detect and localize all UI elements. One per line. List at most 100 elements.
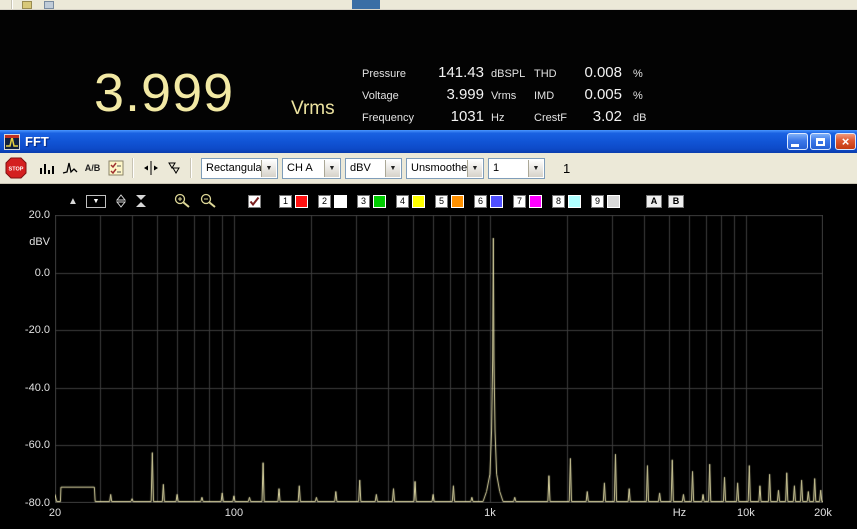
trace-pair-9: 9 [591,194,620,208]
x-tick-Hz: Hz [672,507,687,519]
trace-select-1[interactable]: 1 [279,194,292,208]
ab-compare-button[interactable]: A/B [81,157,104,180]
trace-color-1[interactable] [295,194,308,208]
crest-factor-unit: dB [633,112,647,124]
channel-select[interactable]: CH A ▼ [282,157,341,179]
averaging-value: 1 [493,162,500,174]
measurement-table: Pressure 141.43 dBSPL THD 0.008 % Voltag… [362,64,646,130]
zoom-out-icon [200,193,216,208]
x-tick-1k: 1k [484,507,496,519]
x-tick-100: 100 [224,507,244,519]
trace-color-2[interactable] [334,194,347,208]
units-value: dBV [350,162,371,174]
toolbar-separator [190,158,192,178]
smoothing-value: Unsmoothed [411,162,474,174]
trace-color-7[interactable] [529,194,542,208]
overlay-list-icon [108,160,123,176]
pressure-label: Pressure [362,68,407,80]
main-voltage-value: 3.999 [94,63,235,123]
ab-icon: A/B [84,163,101,173]
svg-text:STOP: STOP [9,167,24,173]
y-tick--20.0: -20.0 [24,324,50,337]
y-tick--60.0: -60.0 [24,439,50,452]
thd-value: 0.008 [584,64,622,81]
thd-label: THD [534,68,557,80]
chevron-down-icon: ▼ [528,159,543,177]
fft-toolbar: STOP A/B Rectangular ▼ CH A ▼ dBV ▼ Unsm… [0,153,857,184]
crest-factor-value: 3.02 [592,108,622,125]
scale-up-button[interactable]: ▲ [66,196,80,207]
overlay-a-button[interactable]: A [646,194,662,208]
chevron-down-icon: ▼ [261,159,276,177]
toolbar-separator [132,158,134,178]
expand-scale-button[interactable] [114,194,128,208]
trace-pair-7: 7 [513,194,542,208]
trace-color-6[interactable] [490,194,503,208]
bar-graph-view-button[interactable] [35,157,58,180]
maximize-button[interactable] [810,133,831,150]
fft-canvas[interactable] [55,215,823,503]
cursor-button[interactable] [139,157,162,180]
imd-label: IMD [534,90,555,102]
maximize-icon [816,137,825,146]
trace-color-9[interactable] [607,194,620,208]
trace-visible-checkbox[interactable] [248,194,261,208]
imd-unit: % [633,90,643,102]
screen: 3.999 Vrms Pressure 141.43 dBSPL THD 0.0… [0,0,857,529]
channel-value: CH A [287,162,313,174]
bar-graph-icon [39,164,54,174]
voltage-unit: Vrms [491,90,517,102]
window-function-select[interactable]: Rectangular ▼ [201,157,278,179]
trace-select-8[interactable]: 8 [552,194,565,208]
trace-select-5[interactable]: 5 [435,194,448,208]
background-window-toolbar [0,0,857,9]
trace-button-row: 1 2 3 4 5 6 7 8 9 [279,194,630,208]
spectrum-curve-view-button[interactable] [58,157,81,180]
trace-select-6[interactable]: 6 [474,194,487,208]
pressure-unit: dBSPL [491,68,526,80]
trace-pair-2: 2 [318,194,347,208]
fft-window-titlebar[interactable]: FFT × [0,130,857,153]
trace-select-7[interactable]: 7 [513,194,526,208]
stop-button[interactable]: STOP [4,156,28,180]
window-buttons: × [785,133,856,150]
measurement-row-frequency: Frequency 1031 Hz CrestF 3.02 dB [362,108,646,130]
background-window-fragment [352,0,380,9]
units-select[interactable]: dBV ▼ [345,157,402,179]
zoom-out-button[interactable] [200,193,218,209]
marker-button[interactable] [162,157,185,180]
close-button[interactable]: × [835,133,856,150]
compress-scale-button[interactable] [134,194,148,208]
frequency-unit: Hz [491,112,505,124]
spectrum-curve-icon [62,162,77,174]
averaging-select[interactable]: 1 ▼ [488,157,545,179]
trace-pair-8: 8 [552,194,581,208]
voltage-label: Voltage [362,90,399,102]
trace-pair-1: 1 [279,194,308,208]
fft-window-icon [4,133,20,150]
trace-color-4[interactable] [412,194,425,208]
trace-pair-3: 3 [357,194,386,208]
thd-unit: % [633,68,643,80]
expand-vertical-icon [115,194,127,208]
y-tick--40.0: -40.0 [24,381,50,394]
zoom-in-button[interactable] [174,193,192,209]
trace-color-8[interactable] [568,194,581,208]
trace-color-5[interactable] [451,194,464,208]
trace-select-dropdown[interactable]: ▼ [86,194,106,208]
x-tick-20: 20 [48,507,62,519]
trace-select-9[interactable]: 9 [591,194,604,208]
trace-select-3[interactable]: 3 [357,194,370,208]
trace-select-4[interactable]: 4 [396,194,409,208]
overlay-b-button[interactable]: B [668,194,684,208]
fft-plot-panel: ▲ ▼ 1 2 3 4 5 6 7 8 9 A B 20.0 dBV 0.0 -20.0 -40.0 -6… [0,184,857,529]
pressure-value: 141.43 [438,64,484,81]
crest-factor-label: CrestF [534,112,567,124]
marker-icon [167,162,180,174]
smoothing-select[interactable]: Unsmoothed ▼ [406,157,484,179]
trace-color-3[interactable] [373,194,386,208]
trace-select-2[interactable]: 2 [318,194,331,208]
overlay-list-button[interactable] [104,157,127,180]
minimize-button[interactable] [787,133,808,150]
fft-average-count: 1 [563,160,571,176]
